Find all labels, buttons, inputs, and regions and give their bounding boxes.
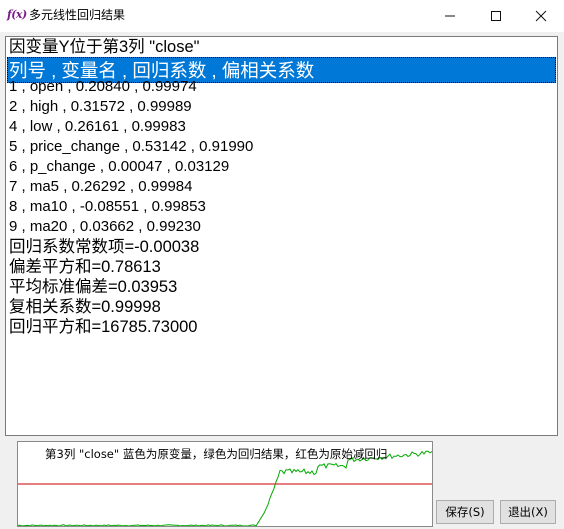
title-bar[interactable]: f(x) 多元线性回归结果	[0, 0, 564, 32]
exit-button[interactable]: 退出(X)	[500, 500, 556, 524]
results-line[interactable]: 回归平方和=16785.73000	[9, 317, 198, 337]
regression-preview-plot: 第3列 "close" 蓝色为原变量，绿色为回归结果，红色为原始减回归	[17, 441, 433, 527]
results-line[interactable]: 5 , price_change , 0.53142 , 0.91990	[9, 137, 253, 157]
results-line[interactable]: 7 , ma5 , 0.26292 , 0.99984	[9, 177, 192, 197]
maximize-button[interactable]	[473, 0, 519, 30]
close-icon	[535, 10, 547, 21]
maximize-icon	[491, 10, 501, 21]
minimize-button[interactable]	[427, 0, 473, 30]
results-line[interactable]: 6 , p_change , 0.00047 , 0.03129	[9, 157, 229, 177]
minimize-icon	[445, 15, 455, 16]
window-title: 多元线性回归结果	[29, 8, 126, 22]
results-line[interactable]: 复相关系数=0.99998	[9, 297, 161, 317]
results-line[interactable]: 偏差平方和=0.78613	[9, 257, 161, 277]
app-icon: f(x)	[7, 8, 27, 21]
results-line[interactable]: 回归系数常数项=-0.00038	[9, 237, 199, 257]
results-line[interactable]: 因变量Y位于第3列 "close"	[9, 37, 200, 57]
results-line[interactable]: 2 , high , 0.31572 , 0.99989	[9, 97, 192, 117]
close-button[interactable]	[518, 0, 564, 30]
results-line[interactable]: 8 , ma10 , -0.08551 , 0.99853	[9, 197, 206, 217]
preview-caption: 第3列 "close" 蓝色为原变量，绿色为回归结果，红色为原始减回归	[45, 447, 388, 461]
save-button[interactable]: 保存(S)	[436, 500, 494, 524]
results-line[interactable]: 9 , ma20 , 0.03662 , 0.99230	[9, 217, 201, 237]
results-line[interactable]: 1 , open , 0.20840 , 0.99974	[9, 77, 197, 97]
results-listbox[interactable]: 因变量Y位于第3列 "close" 列号 , 变量名 , 回归系数 , 偏相关系数…	[5, 36, 558, 436]
results-line[interactable]: 平均标准偏差=0.03953	[9, 277, 177, 297]
results-line[interactable]: 4 , low , 0.26161 , 0.99983	[9, 117, 186, 137]
